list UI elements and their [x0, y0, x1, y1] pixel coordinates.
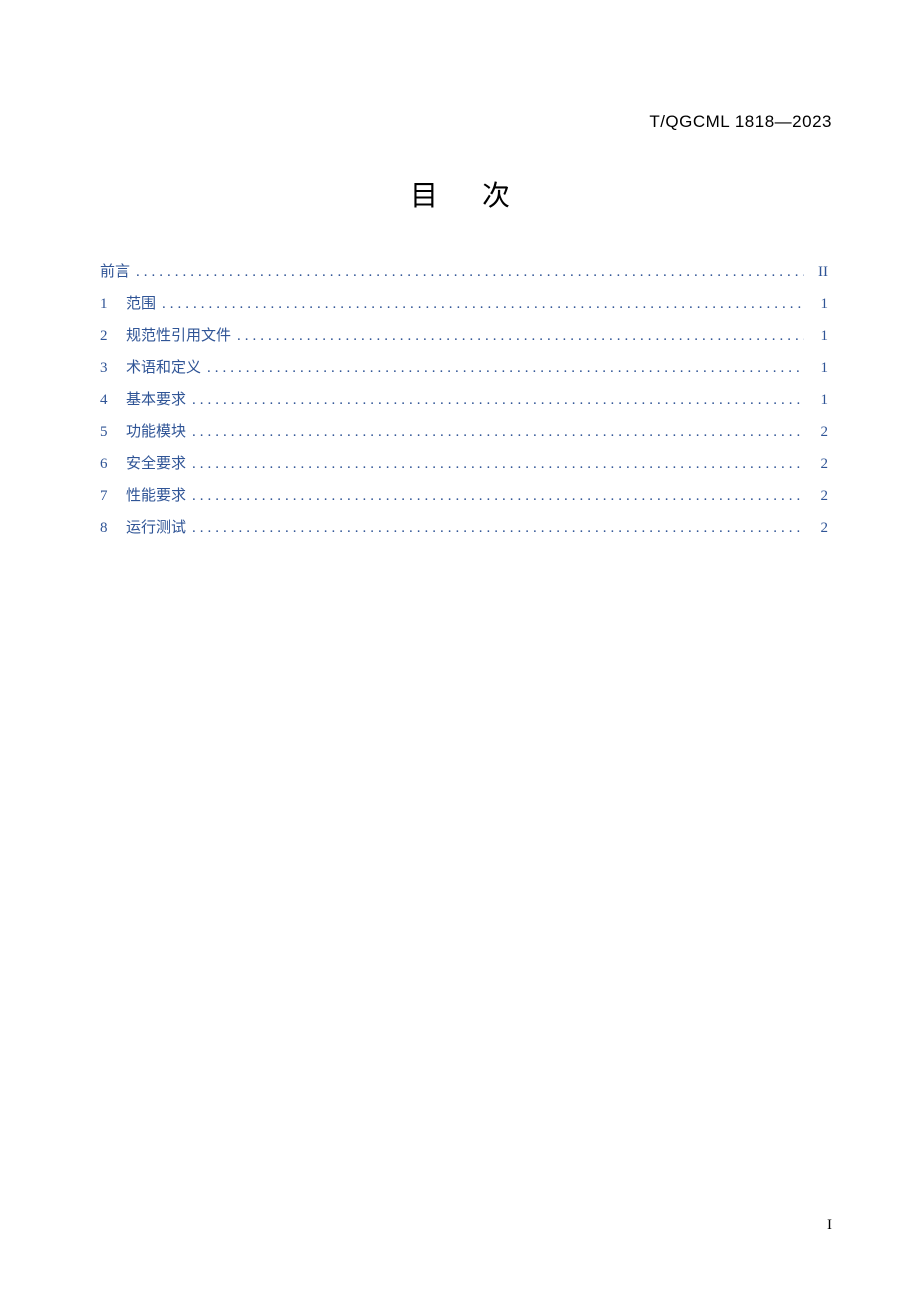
toc-entry-page: 2	[810, 512, 828, 544]
toc-entry-label: 性能要求	[126, 480, 186, 512]
toc-entry-number: 1	[100, 288, 116, 320]
toc-entry-label: 运行测试	[126, 512, 186, 544]
page-number: I	[827, 1217, 832, 1234]
toc-entry-page: 2	[810, 416, 828, 448]
toc-entry-page: II	[810, 256, 828, 288]
toc-entry-label: 前言	[100, 256, 130, 288]
toc-entry-number: 7	[100, 480, 116, 512]
toc-entry-number: 8	[100, 512, 116, 544]
toc-leader-dots: ........................................…	[162, 288, 804, 320]
toc-leader-dots: ........................................…	[237, 320, 804, 352]
table-of-contents: 前言 .....................................…	[100, 256, 828, 544]
toc-entry-page: 2	[810, 448, 828, 480]
toc-entry-label: 规范性引用文件	[126, 320, 231, 352]
toc-leader-dots: ........................................…	[192, 512, 804, 544]
toc-entry-number: 2	[100, 320, 116, 352]
toc-entry-page: 1	[810, 384, 828, 416]
toc-entry[interactable]: 1 范围 ...................................…	[100, 288, 828, 320]
toc-entry-number: 5	[100, 416, 116, 448]
toc-entry-label: 范围	[126, 288, 156, 320]
toc-entry-label: 基本要求	[126, 384, 186, 416]
toc-entry[interactable]: 前言 .....................................…	[100, 256, 828, 288]
toc-entry-number: 3	[100, 352, 116, 384]
toc-entry-number: 6	[100, 448, 116, 480]
toc-entry-number: 4	[100, 384, 116, 416]
toc-title: 目次	[0, 174, 920, 214]
toc-leader-dots: ........................................…	[207, 352, 804, 384]
document-code: T/QGCML 1818—2023	[649, 112, 832, 132]
toc-entry-page: 1	[810, 288, 828, 320]
toc-leader-dots: ........................................…	[192, 384, 804, 416]
toc-entry-page: 2	[810, 480, 828, 512]
toc-entry[interactable]: 7 性能要求 .................................…	[100, 480, 828, 512]
toc-entry[interactable]: 4 基本要求 .................................…	[100, 384, 828, 416]
toc-entry[interactable]: 3 术语和定义 ................................…	[100, 352, 828, 384]
toc-entry-page: 1	[810, 320, 828, 352]
toc-entry[interactable]: 2 规范性引用文件 ..............................…	[100, 320, 828, 352]
toc-leader-dots: ........................................…	[192, 480, 804, 512]
title-char-2: 次	[482, 180, 510, 211]
toc-leader-dots: ........................................…	[192, 416, 804, 448]
toc-leader-dots: ........................................…	[192, 448, 804, 480]
toc-leader-dots: ........................................…	[136, 256, 804, 288]
toc-entry[interactable]: 6 安全要求 .................................…	[100, 448, 828, 480]
toc-entry-label: 安全要求	[126, 448, 186, 480]
title-char-1: 目	[410, 180, 438, 211]
toc-entry-page: 1	[810, 352, 828, 384]
toc-entry-label: 术语和定义	[126, 352, 201, 384]
toc-entry[interactable]: 5 功能模块 .................................…	[100, 416, 828, 448]
toc-entry[interactable]: 8 运行测试 .................................…	[100, 512, 828, 544]
toc-entry-label: 功能模块	[126, 416, 186, 448]
